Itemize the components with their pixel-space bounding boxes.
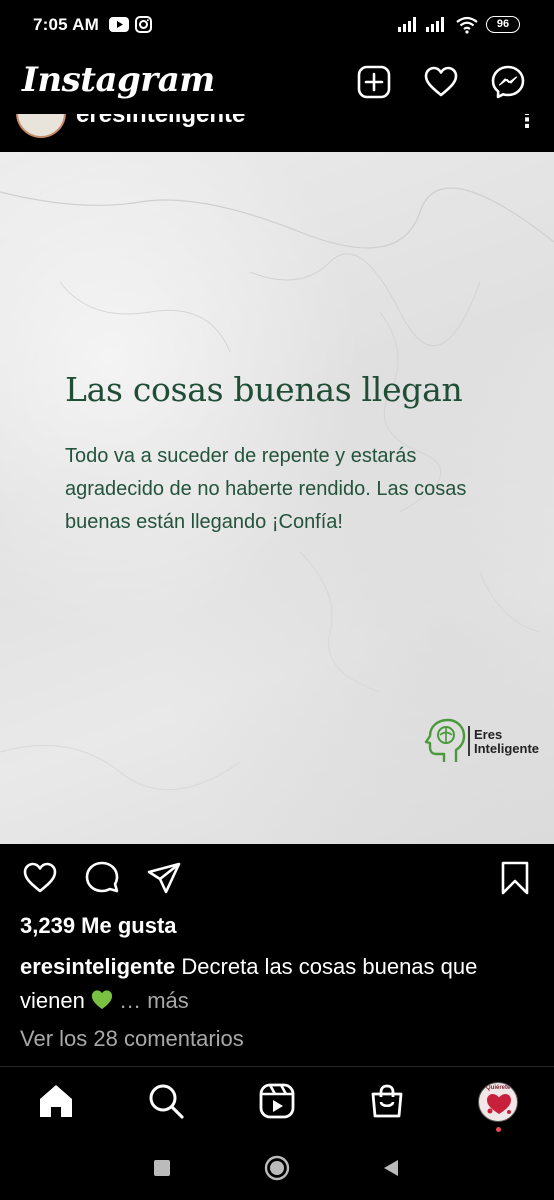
- back-button-icon[interactable]: [381, 1158, 401, 1178]
- system-navigation-bar: [0, 1136, 554, 1200]
- status-bar: 7:05 AM 96: [0, 0, 554, 50]
- reels-icon[interactable]: [257, 1081, 297, 1121]
- brand-line-1: Eres: [474, 727, 503, 742]
- brand-watermark: Eres Inteligente: [424, 714, 544, 766]
- post-author-avatar[interactable]: [16, 114, 66, 138]
- comment-icon[interactable]: [84, 860, 120, 896]
- post-image-title: Las cosas buenas llegan: [65, 370, 463, 409]
- likes-count[interactable]: 3,239 Me gusta: [20, 913, 177, 939]
- signal-icon-2: [426, 17, 444, 32]
- caption-username[interactable]: eresinteligente: [20, 954, 175, 979]
- recents-button-icon[interactable]: [152, 1158, 172, 1178]
- post-image[interactable]: Las cosas buenas llegan Todo va a sucede…: [0, 152, 554, 844]
- post-caption: eresinteligente Decreta las cosas buenas…: [20, 950, 540, 1018]
- plus-square-icon[interactable]: [356, 64, 392, 100]
- status-time: 7:05 AM: [33, 15, 99, 34]
- messenger-icon[interactable]: [490, 64, 526, 100]
- app-header: Instagram: [0, 50, 554, 114]
- brand-divider: [468, 726, 470, 756]
- heart-icon[interactable]: [423, 64, 459, 100]
- search-icon[interactable]: [146, 1081, 186, 1121]
- caption-more-link[interactable]: … más: [119, 988, 189, 1013]
- battery-indicator: 96: [486, 16, 520, 33]
- post-image-body: Todo va a suceder de repente y estarás a…: [65, 445, 467, 533]
- head-brain-logo: [424, 718, 466, 762]
- signal-icon: [398, 17, 416, 32]
- heart-icon[interactable]: [22, 860, 58, 896]
- post-author-username[interactable]: eresinteligente: [76, 114, 245, 129]
- brand-name: Eres Inteligente: [474, 728, 539, 756]
- more-options-icon[interactable]: ⋮: [516, 114, 538, 133]
- post-actions: [0, 852, 554, 904]
- shopping-bag-icon[interactable]: [367, 1081, 407, 1121]
- bookmark-icon[interactable]: [497, 860, 533, 896]
- instagram-icon: [135, 16, 152, 33]
- profile-avatar-text: Quiérete: [486, 1085, 511, 1091]
- instagram-logo: Instagram: [22, 60, 215, 100]
- send-icon[interactable]: [146, 860, 182, 896]
- notification-dot: [496, 1127, 501, 1132]
- post-header: eresinteligente ⋮: [0, 114, 554, 152]
- home-icon[interactable]: [36, 1081, 76, 1121]
- brand-line-2: Inteligente: [474, 741, 540, 756]
- green-heart-emoji: [91, 990, 113, 1010]
- view-comments-link[interactable]: Ver los 28 comentarios: [20, 1026, 244, 1052]
- wifi-icon: [456, 16, 478, 34]
- bottom-tab-bar: Quiérete: [0, 1066, 554, 1136]
- youtube-icon: [109, 17, 129, 32]
- home-button-icon[interactable]: [264, 1155, 290, 1181]
- profile-avatar[interactable]: Quiérete: [478, 1082, 518, 1122]
